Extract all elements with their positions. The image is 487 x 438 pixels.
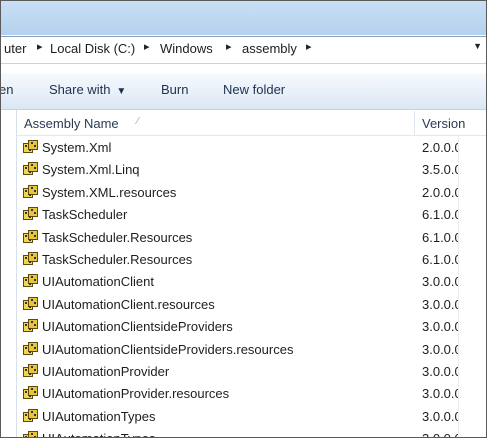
title-bar (1, 1, 486, 35)
assembly-name: UIAutomationClientsideProviders.resource… (42, 341, 294, 357)
assembly-icon (23, 408, 39, 423)
assembly-version: 3.0.0.0 (422, 274, 458, 290)
table-row[interactable]: UIAutomationTypes 3.0.0.0 (17, 405, 458, 427)
assembly-version: 3.0.0.0 (422, 296, 458, 312)
chevron-right-icon[interactable]: ▸ (306, 40, 312, 53)
assembly-version: 6.1.0.0 (422, 251, 458, 267)
assembly-version: 3.0.0.0 (422, 431, 458, 437)
table-row[interactable]: TaskScheduler.Resources 6.1.0.0 (17, 226, 458, 248)
breadcrumb-windows[interactable]: Windows (160, 41, 213, 56)
table-row[interactable]: UIAutomationTypes 3.0.0.0 (17, 427, 458, 437)
breadcrumb-local-disk[interactable]: Local Disk (C:) (50, 41, 135, 56)
vertical-scrollbar[interactable] (458, 136, 486, 437)
toolbar-truncated-button[interactable]: en (1, 82, 13, 97)
assembly-version: 3.0.0.0 (422, 363, 458, 379)
assembly-name: UIAutomationClientsideProviders (42, 319, 233, 335)
table-row[interactable]: System.Xml.Linq 3.5.0.0 (17, 158, 458, 180)
chevron-right-icon[interactable]: ▸ (37, 40, 43, 53)
assembly-name: UIAutomationTypes (42, 408, 156, 424)
table-row[interactable]: UIAutomationProvider 3.0.0.0 (17, 360, 458, 382)
assembly-name: UIAutomationProvider (42, 363, 170, 379)
share-with-label: Share with (49, 82, 111, 97)
assembly-version: 6.1.0.0 (422, 229, 458, 245)
assembly-version: 3.0.0.0 (422, 319, 458, 335)
table-row[interactable]: UIAutomationProvider.resources 3.0.0.0 (17, 382, 458, 404)
table-row[interactable]: UIAutomationClient 3.0.0.0 (17, 270, 458, 292)
command-bar: en Share with ▼ Burn New folder (1, 73, 486, 110)
assembly-version: 2.0.0.0 (422, 184, 458, 200)
assembly-icon (23, 363, 39, 378)
assembly-icon (23, 251, 39, 266)
assembly-version: 2.0.0.0 (422, 140, 458, 155)
address-bar[interactable]: uter ▸ Local Disk (C:) ▸ Windows ▸ assem… (1, 36, 486, 64)
assembly-name: System.Xml (42, 140, 112, 155)
assembly-version: 3.5.0.0 (422, 162, 458, 178)
assembly-name: TaskScheduler (42, 207, 128, 223)
chevron-down-icon: ▼ (116, 86, 127, 97)
new-folder-button[interactable]: New folder (223, 82, 285, 97)
assembly-icon (23, 184, 39, 199)
assembly-name: UIAutomationClient (42, 274, 154, 290)
assembly-icon (23, 140, 39, 154)
chevron-right-icon[interactable]: ▸ (144, 40, 150, 53)
table-row[interactable]: TaskScheduler.Resources 6.1.0.0 (17, 248, 458, 270)
assembly-icon (23, 207, 39, 221)
assembly-name: UIAutomationTypes (42, 431, 155, 437)
assembly-icon (23, 431, 39, 437)
assembly-version: 3.0.0.0 (422, 341, 458, 357)
assembly-name: UIAutomationProvider.resources (42, 386, 230, 402)
breadcrumb-assembly[interactable]: assembly (242, 41, 297, 56)
share-with-button[interactable]: Share with ▼ (49, 82, 126, 97)
table-row[interactable]: UIAutomationClient.resources 3.0.0.0 (17, 293, 458, 315)
chevron-right-icon[interactable]: ▸ (226, 40, 232, 53)
column-header: Assembly Name ⁄ Version (17, 111, 486, 136)
burn-button[interactable]: Burn (161, 82, 188, 97)
assembly-name: System.Xml.Linq (42, 162, 140, 178)
table-row[interactable]: UIAutomationClientsideProviders.resource… (17, 338, 458, 360)
assembly-icon (23, 341, 39, 356)
version-column-header[interactable]: Version (422, 116, 465, 131)
breadcrumb-computer[interactable]: uter (4, 41, 26, 56)
assembly-name: TaskScheduler.Resources (42, 229, 193, 245)
assembly-version: 3.0.0.0 (422, 386, 458, 402)
table-row[interactable]: UIAutomationClientsideProviders 3.0.0.0 (17, 315, 458, 337)
sort-indicator-icon: ⁄ (137, 116, 139, 127)
assembly-icon (23, 319, 39, 333)
table-row[interactable]: TaskScheduler 6.1.0.0 (17, 203, 458, 225)
assembly-version: 3.0.0.0 (422, 408, 458, 424)
assembly-name: TaskScheduler.Resources (42, 251, 193, 267)
assembly-icon (23, 229, 39, 244)
assembly-name-column-header[interactable]: Assembly Name (24, 116, 119, 131)
table-row[interactable]: System.XML.resources 2.0.0.0 (17, 181, 458, 203)
chevron-down-icon[interactable]: ▼ (473, 41, 482, 51)
assembly-icon (23, 274, 39, 288)
table-row[interactable]: System.Xml 2.0.0.0 (17, 136, 458, 158)
column-divider[interactable] (414, 111, 415, 135)
assembly-icon (23, 386, 39, 400)
assembly-version: 6.1.0.0 (422, 207, 458, 223)
assembly-icon (23, 296, 39, 311)
assembly-list: System.Xml 2.0.0.0 System.Xml.Linq 3.5.0.0 S… (17, 136, 458, 437)
assembly-name: UIAutomationClient.resources (42, 296, 215, 312)
assembly-name: System.XML.resources (42, 184, 177, 200)
explorer-window: uter ▸ Local Disk (C:) ▸ Windows ▸ assem… (0, 0, 487, 438)
assembly-icon (23, 162, 39, 176)
navigation-pane[interactable] (1, 110, 17, 437)
